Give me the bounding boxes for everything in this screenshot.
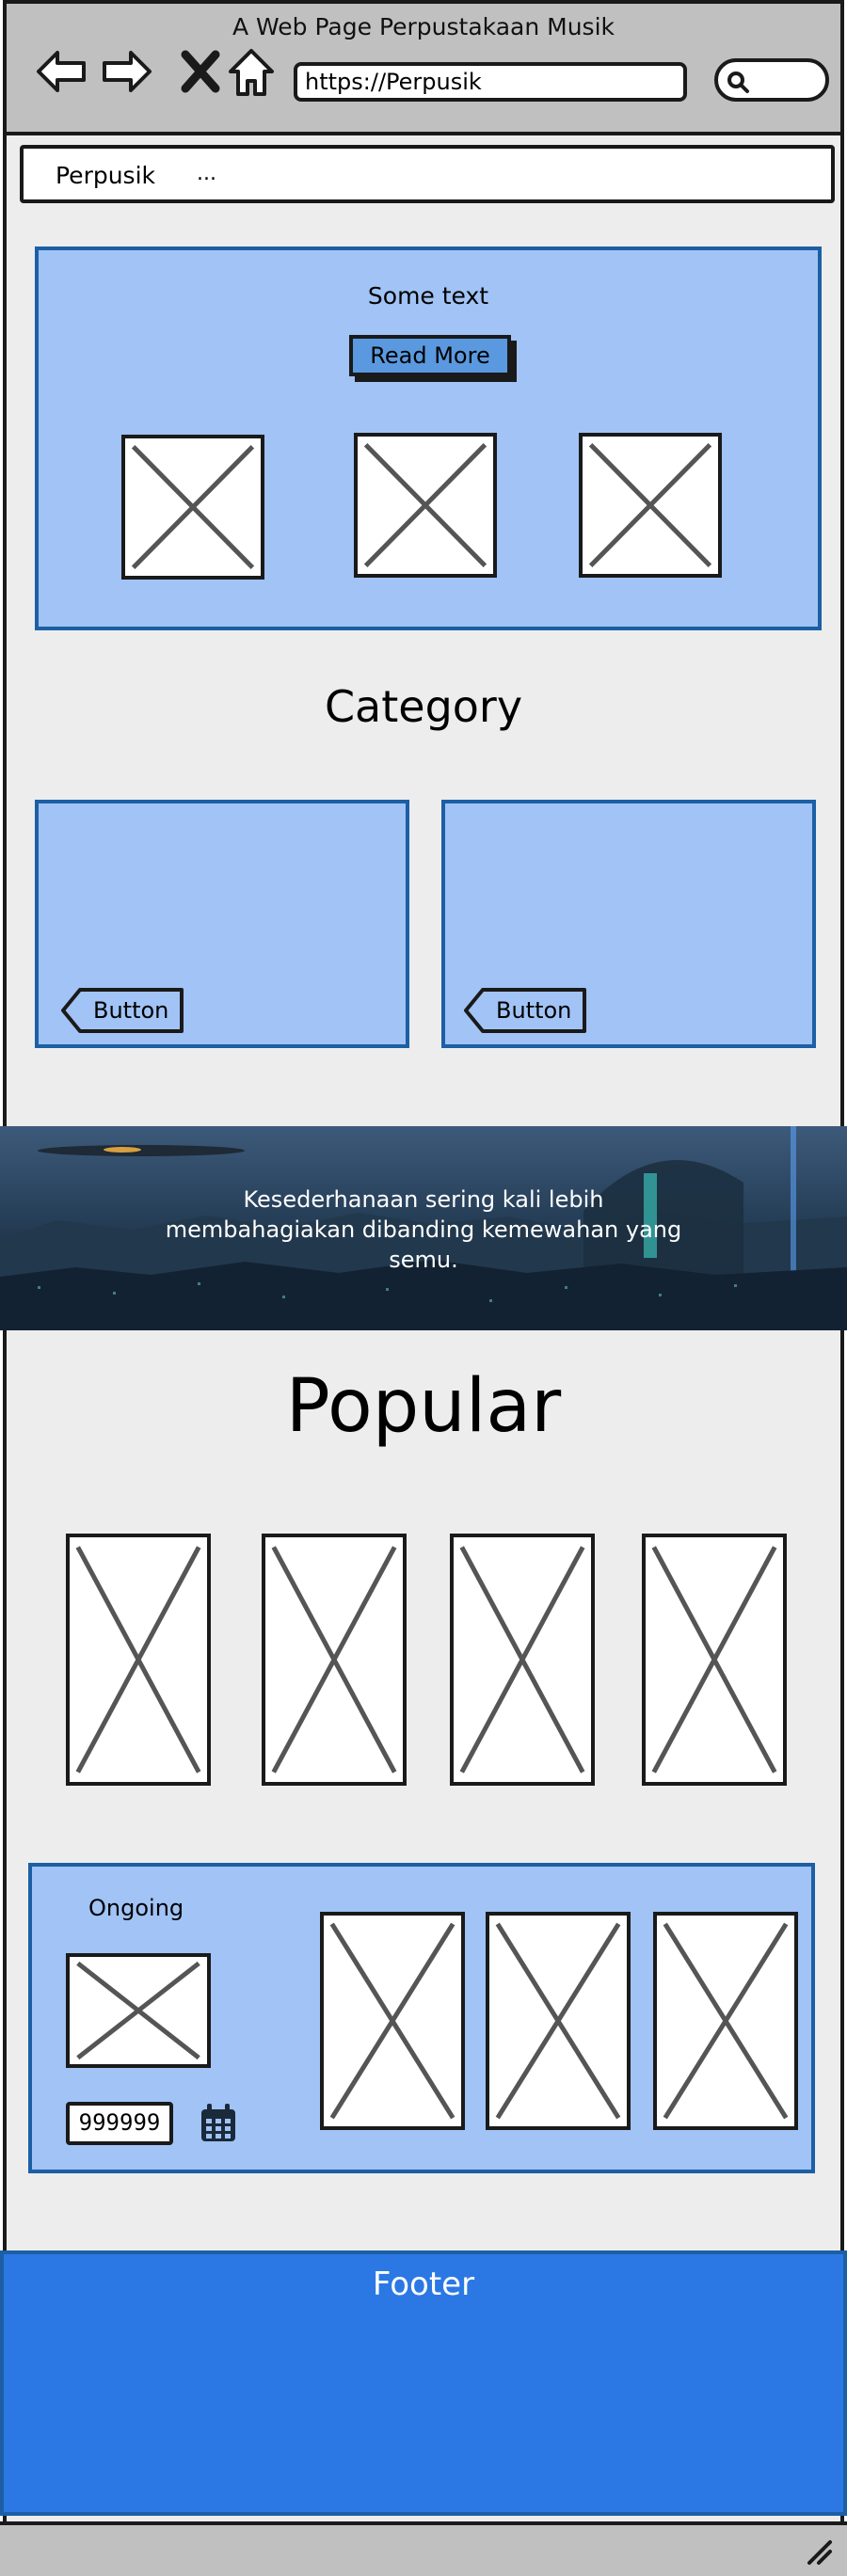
ongoing-item-placeholder[interactable] <box>486 1912 631 2130</box>
popular-title: Popular <box>285 1364 562 1449</box>
popular-item-placeholder[interactable] <box>66 1534 211 1786</box>
status-bar <box>0 2521 847 2576</box>
quote-banner: Kesederhanaan sering kali lebih membahag… <box>0 1126 847 1330</box>
category-card: Button <box>441 800 816 1048</box>
ongoing-item-placeholder[interactable] <box>653 1912 798 2130</box>
ongoing-counter-input[interactable]: 999999 <box>66 2102 173 2145</box>
browser-chrome: A Web Page Perpustakaan Musik https://Pe… <box>7 4 840 135</box>
image-placeholder <box>579 433 722 578</box>
category-button-label: Button <box>93 997 169 1024</box>
forward-arrow-icon[interactable] <box>99 43 155 100</box>
ongoing-section: Ongoing 999999 <box>28 1863 815 2173</box>
nav-brand-link[interactable]: Perpusik <box>56 162 155 189</box>
ongoing-label: Ongoing <box>88 1895 184 1921</box>
read-more-button[interactable]: Read More <box>349 335 511 376</box>
image-placeholder <box>121 435 264 580</box>
footer-title: Footer <box>372 2266 475 2303</box>
navigation-bar: Perpusik ... <box>20 145 835 203</box>
hero-text: Some text <box>367 282 489 310</box>
popular-item-placeholder[interactable] <box>262 1534 407 1786</box>
category-button-label: Button <box>496 997 572 1024</box>
category-card: Button <box>35 800 409 1048</box>
window-title: A Web Page Perpustakaan Musik <box>232 13 615 40</box>
category-title: Category <box>324 681 523 732</box>
ongoing-item-placeholder[interactable] <box>320 1912 465 2130</box>
category-button[interactable]: Button <box>59 986 187 1035</box>
url-input[interactable]: https://Perpusik <box>294 62 687 102</box>
banner-quote: Kesederhanaan sering kali lebih membahag… <box>165 1186 682 1273</box>
image-placeholder <box>354 433 497 578</box>
footer: Footer <box>0 2250 847 2516</box>
resize-grip-icon[interactable] <box>806 2538 834 2567</box>
nav-more-link[interactable]: ... <box>197 162 216 185</box>
back-arrow-icon[interactable] <box>33 43 89 100</box>
popular-item-placeholder[interactable] <box>450 1534 595 1786</box>
calendar-icon[interactable] <box>198 2102 239 2145</box>
hero-section: Some text Read More <box>35 246 822 630</box>
home-icon[interactable] <box>223 43 280 100</box>
search-icon <box>727 72 749 93</box>
popular-item-placeholder[interactable] <box>642 1534 787 1786</box>
ongoing-image-placeholder <box>66 1953 211 2068</box>
search-field[interactable] <box>714 58 829 102</box>
close-icon[interactable] <box>172 43 229 100</box>
category-button[interactable]: Button <box>462 986 590 1035</box>
